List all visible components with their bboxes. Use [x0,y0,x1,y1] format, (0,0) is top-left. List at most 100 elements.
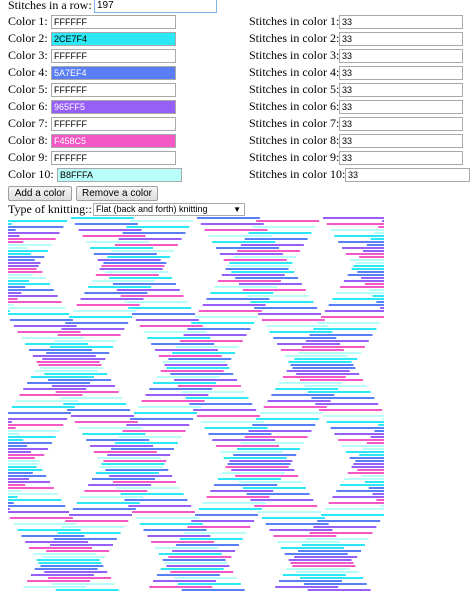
color-hex-input-2[interactable] [51,32,176,46]
stitch-run [53,340,117,342]
stitch-run [237,250,301,252]
stitches-input-5[interactable] [339,83,463,97]
stitch-run [32,553,96,555]
stitch-run [317,520,381,522]
stitch-run [240,244,304,246]
stitch-run [282,376,346,378]
stitch-run [319,409,383,411]
stitches-input-10[interactable] [345,168,470,182]
stitch-run [361,475,384,477]
stitch-run [328,304,384,306]
stitch-run [8,283,50,285]
stitch-run [250,301,314,303]
stitch-run [305,340,369,342]
stitch-run [296,373,360,375]
stitch-run [154,349,218,351]
stitch-run [361,277,384,279]
stitch-run [8,469,43,471]
stitch-run [147,337,211,339]
stitches-row-input[interactable] [94,0,217,13]
stitch-run [8,310,10,312]
stitches-label-3: Stitches in color 3: [249,48,340,62]
chevron-down-icon: ▼ [233,205,241,214]
color-hex-input-10[interactable] [57,168,182,182]
knitting-type-select[interactable]: Flat (back and forth) knitting ▼ [93,203,245,216]
stitch-run [256,220,320,222]
color-hex-input-4[interactable] [51,66,176,80]
stitches-label-1: Stitches in color 1: [249,14,340,28]
color-hex-input-1[interactable] [51,15,176,29]
stitch-run [145,394,209,396]
stitch-run [269,331,333,333]
stitch-run [196,415,260,417]
stitch-run [21,337,85,339]
stitch-run [338,439,384,441]
stitch-run [321,316,384,318]
stitch-run [345,451,384,453]
stitch-run [200,421,264,423]
stitch-run [252,424,316,426]
stitches-input-4[interactable] [339,66,463,80]
stitch-run [82,235,146,237]
knitting-pattern-preview [8,217,384,591]
color-hex-input-7[interactable] [51,117,176,131]
stitch-run [231,271,295,273]
stitch-run [114,442,178,444]
stitch-run [303,583,367,585]
stitch-run [8,457,35,459]
add-color-button[interactable]: Add a color [8,186,72,201]
stitch-run [8,298,18,300]
stitch-run [118,436,182,438]
stitch-run [95,274,159,276]
color-label-8: Color 8: [8,133,48,147]
stitch-run [332,298,384,300]
stitches-input-3[interactable] [339,49,463,63]
stitch-run [13,523,77,525]
remove-color-button[interactable]: Remove a color [76,186,158,201]
stitch-run [338,241,384,243]
stitch-run [63,403,127,405]
stitch-run [166,367,230,369]
color-hex-input-8[interactable] [51,134,176,148]
stitch-run [250,499,314,501]
color-hex-input-3[interactable] [51,49,176,63]
stitch-run [332,496,384,498]
stitch-run [8,481,50,483]
color-label-4: Color 4: [8,65,48,79]
stitch-run [8,439,24,441]
color-hex-input-9[interactable] [51,151,176,165]
stitches-input-1[interactable] [339,15,463,29]
stitch-run [225,268,289,270]
stitch-run [11,406,75,408]
stitch-run [72,508,136,510]
stitch-run [8,292,22,294]
stitches-input-7[interactable] [339,117,463,131]
stitch-run [128,505,192,507]
color-label-7: Color 7: [8,116,48,130]
stitch-run [189,403,253,405]
stitch-run [8,490,22,492]
stitch-run [154,547,218,549]
stitch-run [321,514,384,516]
stitch-run [30,376,94,378]
stitch-run [200,223,264,225]
stitches-input-2[interactable] [339,32,463,46]
stitches-input-6[interactable] [339,100,463,114]
stitch-run [206,496,270,498]
stitch-run [90,247,154,249]
stitch-run [183,532,247,534]
stitches-input-9[interactable] [339,151,463,165]
stitch-run [330,229,384,231]
color-hex-input-5[interactable] [51,83,176,97]
stitch-run [8,253,31,255]
color-hex-input-6[interactable] [51,100,176,114]
stitch-run [311,397,375,399]
stitches-input-8[interactable] [339,134,463,148]
stitch-run [185,397,249,399]
stitch-run [143,529,207,531]
stitch-run [217,478,281,480]
stitch-run [55,589,119,591]
stitch-run [8,442,52,444]
stitch-run [231,469,295,471]
stitch-run [99,466,163,468]
